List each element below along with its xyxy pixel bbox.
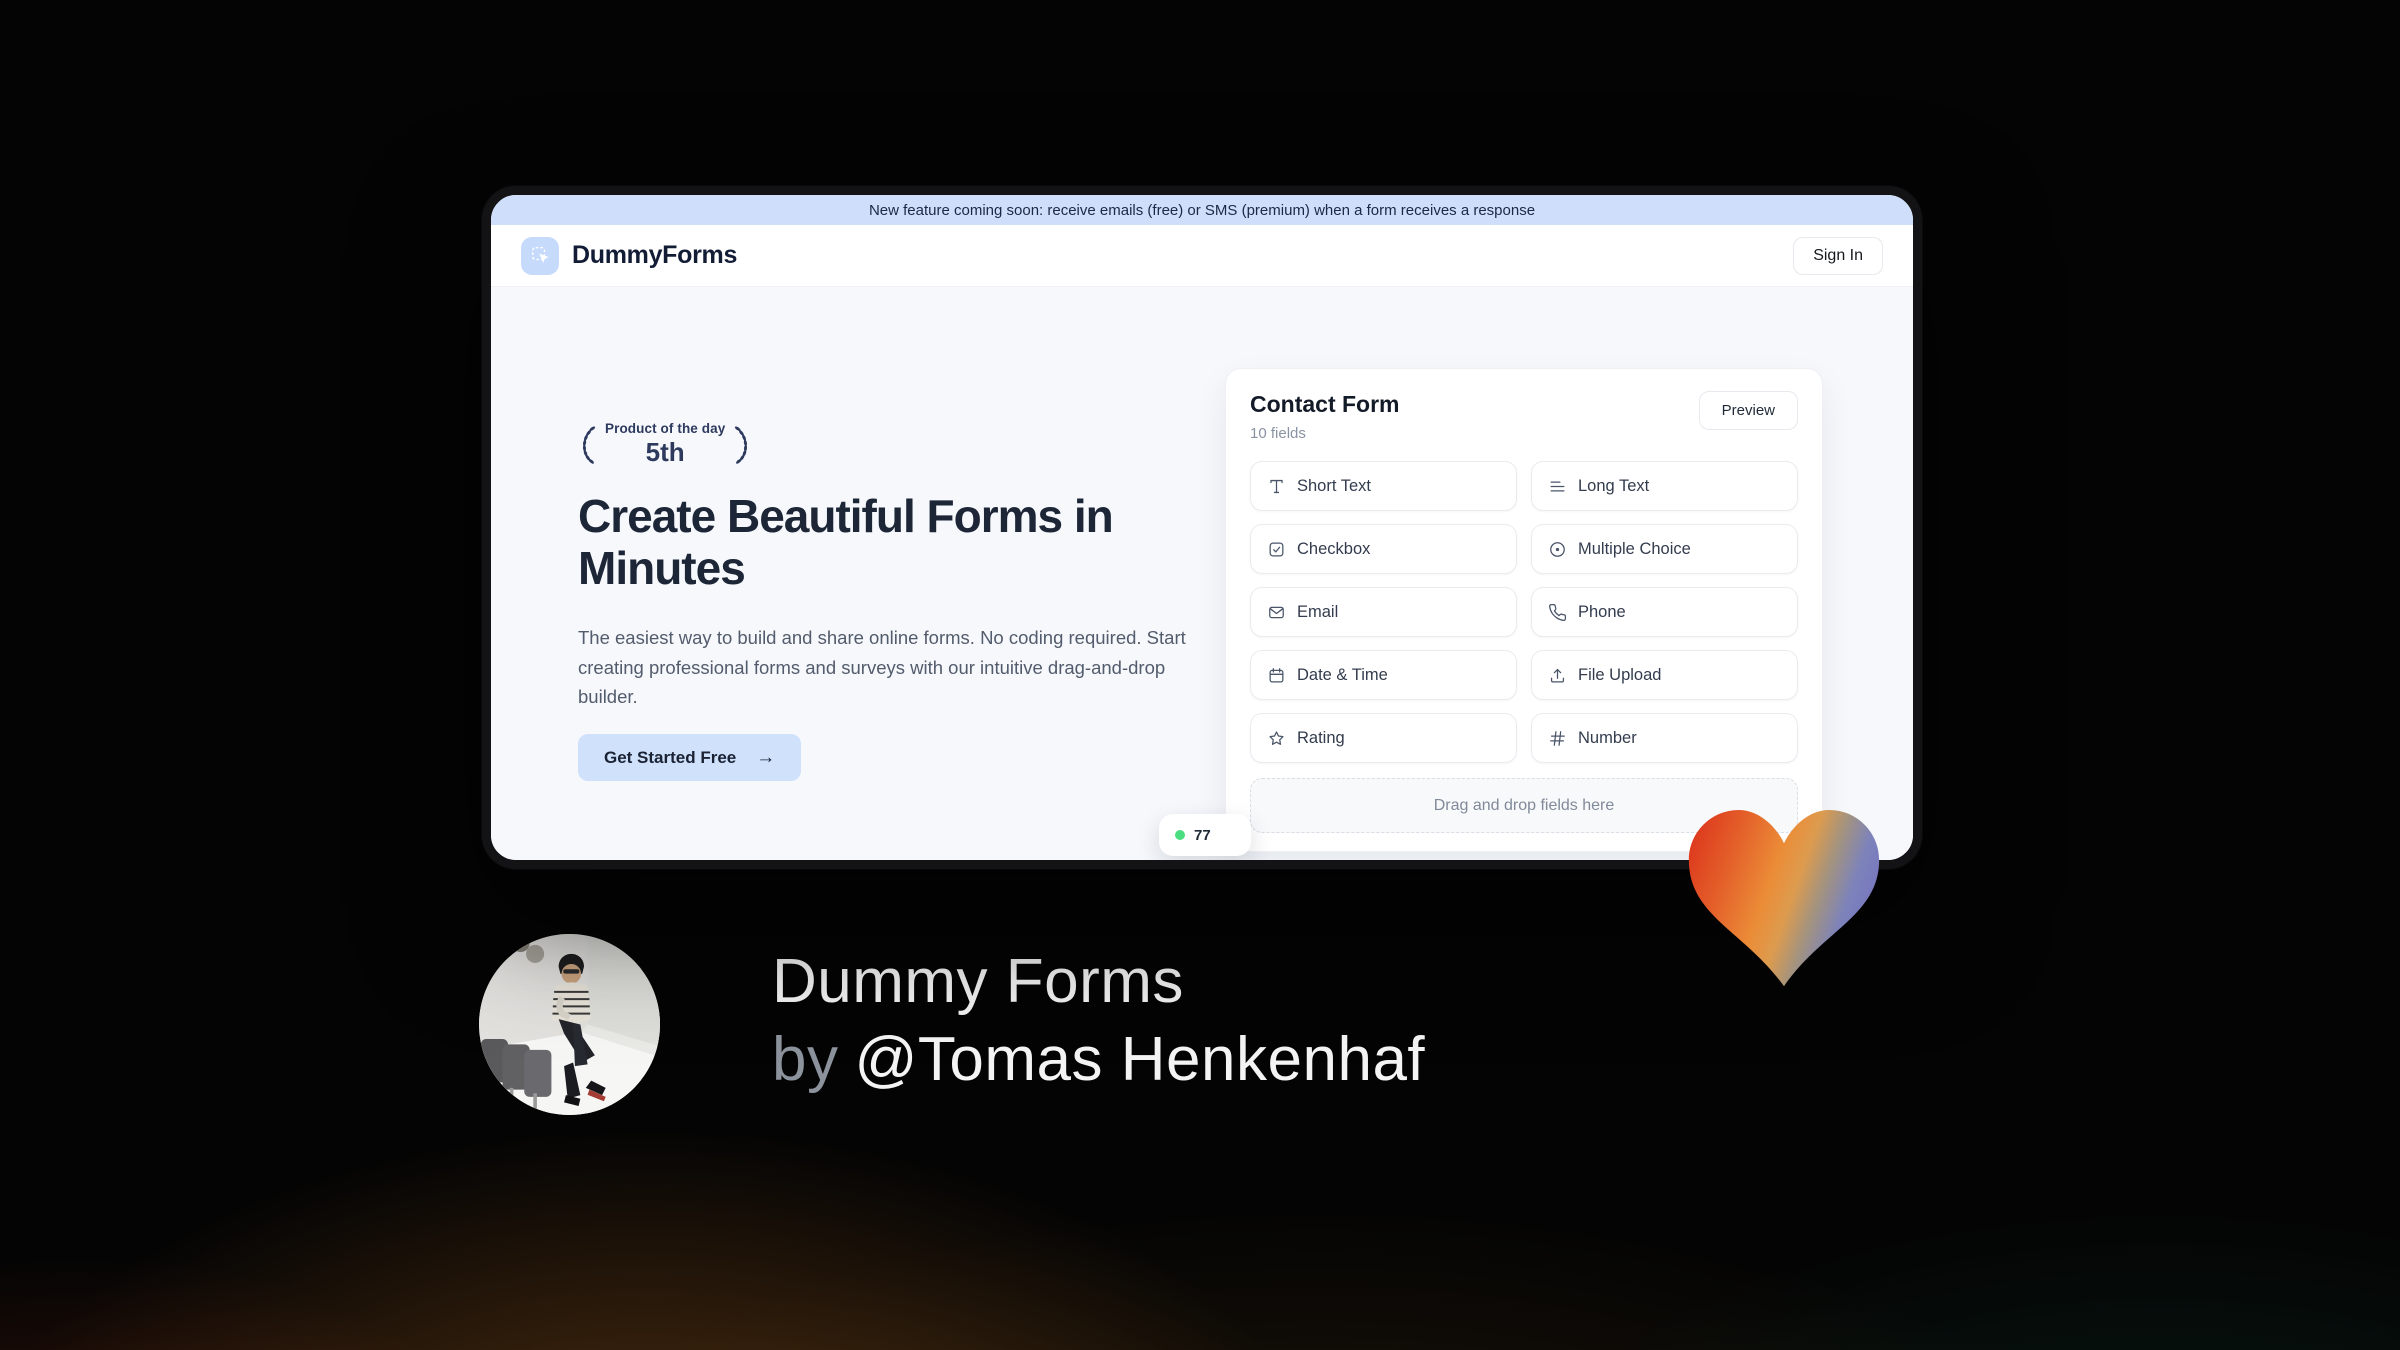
field-button-short-text[interactable]: Short Text xyxy=(1250,461,1517,511)
page-title: Create Beautiful Forms in Minutes xyxy=(578,490,1114,594)
announcement-banner: New feature coming soon: receive emails … xyxy=(491,195,1913,225)
heart-icon xyxy=(1688,810,1880,986)
field-button-file-upload[interactable]: File Upload xyxy=(1531,650,1798,700)
hero-section: Product of the day 5th Create Beautiful … xyxy=(491,287,1913,860)
field-button-number[interactable]: Number xyxy=(1531,713,1798,763)
avatar-photo-illustration xyxy=(479,934,660,1115)
arrow-right-icon: → xyxy=(756,746,776,768)
field-button-date-time[interactable]: Date & Time xyxy=(1250,650,1517,700)
announcement-text: New feature coming soon: receive emails … xyxy=(868,201,1536,219)
preview-button[interactable]: Preview xyxy=(1698,391,1798,430)
cursor-select-icon xyxy=(521,236,559,275)
calendar-icon xyxy=(1267,666,1286,685)
avatar xyxy=(479,934,660,1115)
short-text-icon xyxy=(1267,477,1286,496)
byline-prefix: by xyxy=(772,1025,839,1095)
field-type-grid: Short Text Long Text Checkbox Multiple C… xyxy=(1250,461,1798,763)
phone-icon xyxy=(1548,603,1567,622)
brand-name: DummyForms xyxy=(572,241,738,269)
award-rank: 5th xyxy=(645,437,685,467)
field-button-phone[interactable]: Phone xyxy=(1531,587,1798,637)
brand-logo[interactable]: DummyForms xyxy=(521,236,738,275)
form-title: Contact Form xyxy=(1250,391,1400,417)
multiple-choice-icon xyxy=(1548,540,1567,559)
toast-text: 77 xyxy=(1194,826,1211,844)
field-button-email[interactable]: Email xyxy=(1250,587,1517,637)
status-toast: 77 xyxy=(1159,814,1251,856)
hash-icon xyxy=(1548,729,1567,748)
product-of-the-day-badge: Product of the day 5th xyxy=(575,421,755,468)
field-button-long-text[interactable]: Long Text xyxy=(1531,461,1798,511)
laurel-left-icon xyxy=(582,425,596,464)
field-button-rating[interactable]: Rating xyxy=(1250,713,1517,763)
long-text-icon xyxy=(1548,477,1567,496)
form-builder-card: Contact Form 10 fields Preview Short Tex… xyxy=(1225,368,1823,852)
site-header: DummyForms Sign In xyxy=(491,225,1913,287)
award-title: Product of the day xyxy=(605,421,726,436)
upload-icon xyxy=(1548,666,1567,685)
form-field-count: 10 fields xyxy=(1250,425,1306,442)
field-button-checkbox[interactable]: Checkbox xyxy=(1250,524,1517,574)
attribution-text: Dummy Forms by @Tomas Henkenhaf xyxy=(772,943,1425,1099)
product-title: Dummy Forms xyxy=(772,947,1184,1016)
field-button-multiple-choice[interactable]: Multiple Choice xyxy=(1531,524,1798,574)
laurel-right-icon xyxy=(735,425,748,464)
green-status-dot-icon xyxy=(1175,830,1185,840)
byline-handle: @Tomas Henkenhaf xyxy=(854,1025,1426,1095)
get-started-button[interactable]: Get Started Free → xyxy=(578,734,802,781)
browser-window: New feature coming soon: receive emails … xyxy=(482,186,1922,869)
star-icon xyxy=(1267,729,1286,748)
email-icon xyxy=(1267,603,1286,622)
drag-drop-label: Drag and drop fields here xyxy=(1433,796,1615,814)
sign-in-button[interactable]: Sign In xyxy=(1793,236,1883,275)
checkbox-icon xyxy=(1267,540,1286,559)
hero-description: The easiest way to build and share onlin… xyxy=(578,627,1186,708)
